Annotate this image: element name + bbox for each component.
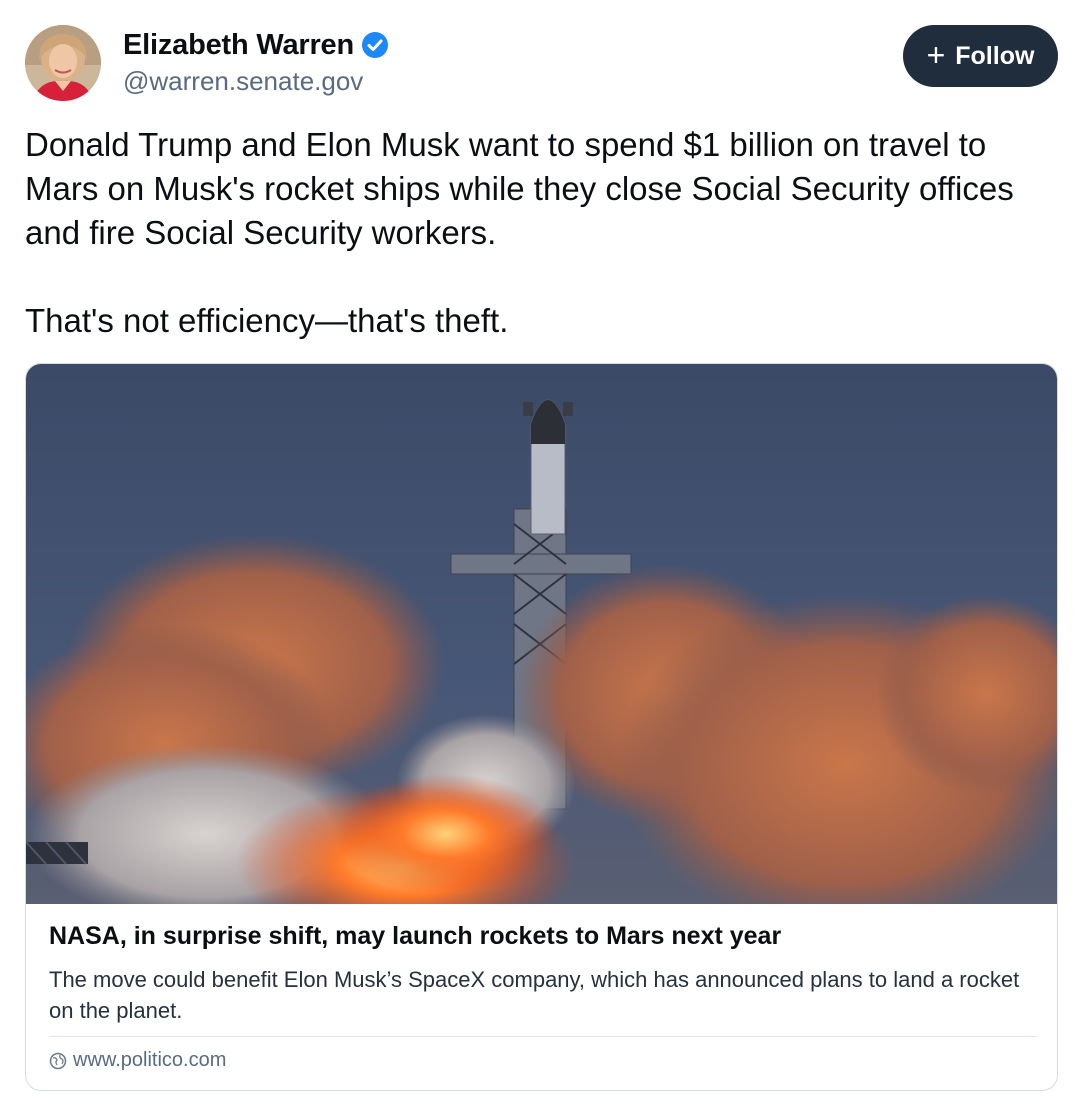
post-text: Donald Trump and Elon Musk want to spend…	[25, 123, 1065, 343]
post-card: Elizabeth Warren @warren.senate.gov + Fo…	[0, 0, 1084, 1100]
post-paragraph: Donald Trump and Elon Musk want to spend…	[25, 126, 1014, 251]
link-preview-card[interactable]: NASA, in surprise shift, may launch rock…	[25, 363, 1058, 1091]
post-paragraph: That's not efficiency—that's theft.	[25, 302, 509, 339]
link-card-description: The move could benefit Elon Musk’s Space…	[49, 967, 1020, 1023]
avatar[interactable]	[25, 25, 101, 101]
follow-button[interactable]: + Follow	[903, 25, 1058, 87]
link-card-domain[interactable]: www.politico.com	[49, 1049, 226, 1072]
link-card-title[interactable]: NASA, in surprise shift, may launch rock…	[49, 922, 781, 951]
plus-icon: +	[926, 36, 946, 73]
follow-button-label: Follow	[955, 41, 1035, 70]
avatar-image	[25, 25, 101, 101]
author-name-row: Elizabeth Warren	[123, 26, 389, 64]
rocket-launch-image	[26, 364, 1057, 904]
author-name[interactable]: Elizabeth Warren	[123, 29, 354, 62]
link-card-domain-text: www.politico.com	[73, 1049, 227, 1071]
verified-badge-icon	[362, 32, 388, 58]
globe-icon	[49, 1052, 67, 1069]
link-card-divider	[49, 1036, 1037, 1037]
author-info: Elizabeth Warren @warren.senate.gov	[123, 26, 389, 97]
author-handle[interactable]: @warren.senate.gov	[123, 66, 389, 97]
